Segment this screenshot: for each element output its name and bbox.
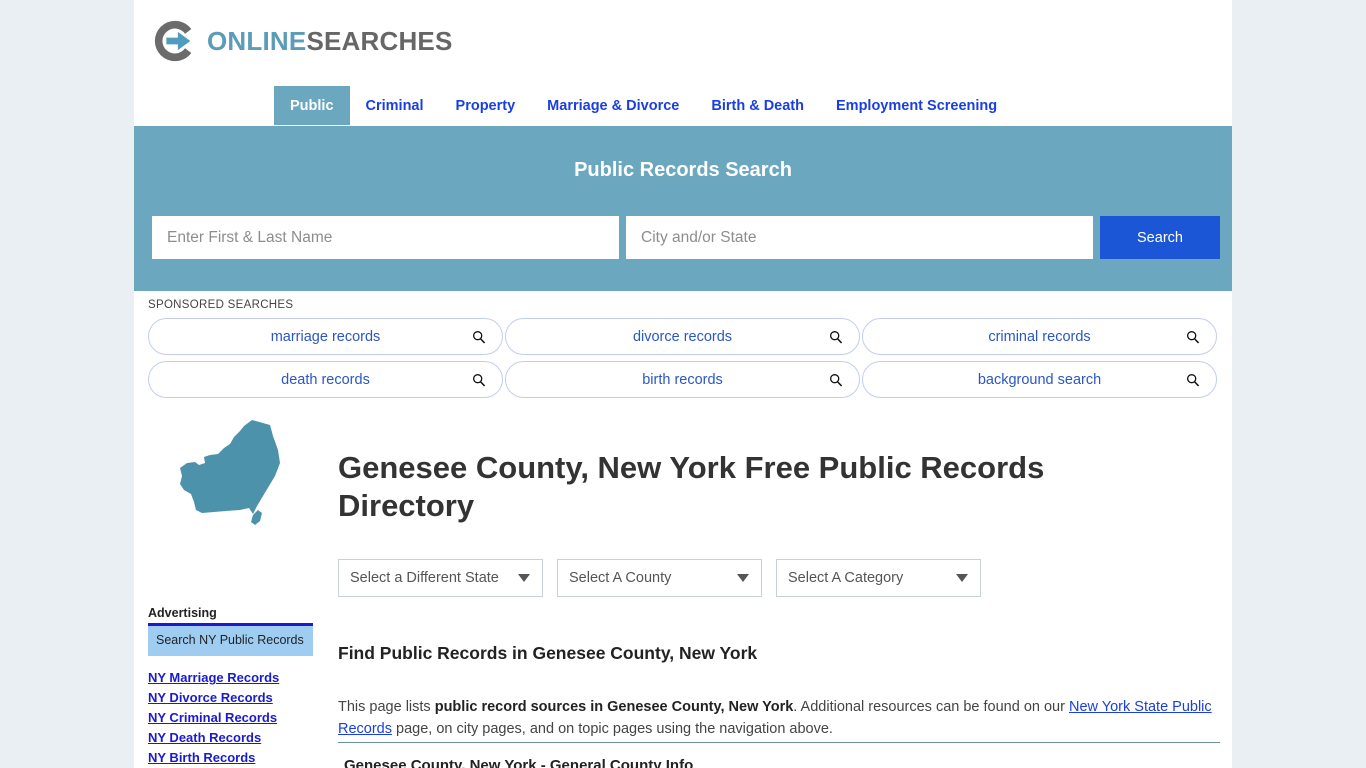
sidebar-link-ny-criminal-records[interactable]: NY Criminal Records	[148, 710, 313, 725]
para-mid: . Additional resources can be found on o…	[793, 698, 1069, 715]
location-search-input[interactable]	[626, 216, 1093, 259]
para-lead: This page lists	[338, 698, 435, 715]
site-logo[interactable]: ONLINESEARCHES	[152, 18, 453, 64]
pill-label: marriage records	[270, 328, 381, 345]
page-title: Genesee County, New York Free Public Rec…	[338, 449, 1045, 523]
public-records-search-panel: Public Records Search Search	[134, 126, 1232, 291]
search-icon	[1187, 330, 1200, 343]
sponsored-pill-birth-records[interactable]: birth records	[505, 361, 860, 398]
sponsored-pill-divorce-records[interactable]: divorce records	[505, 318, 860, 355]
category-select[interactable]: Select A Category	[776, 559, 981, 597]
logo-searches-text: SEARCHES	[306, 26, 453, 56]
sponsored-pill-death-records[interactable]: death records	[148, 361, 503, 398]
search-icon	[830, 373, 843, 386]
search-icon	[1187, 373, 1200, 386]
para-bold: public record sources in Genesee County,…	[434, 698, 794, 715]
sidebar-link-ny-marriage-records[interactable]: NY Marriage Records	[148, 670, 313, 685]
sidebar: Advertising Search NY Public Records NY …	[148, 606, 313, 765]
ad-search-ny-public-records[interactable]: Search NY Public Records	[148, 623, 313, 657]
content-column: ONLINESEARCHES Public Criminal Property …	[134, 0, 1232, 768]
county-select-label: Select A County	[569, 570, 672, 586]
pill-label: birth records	[642, 371, 723, 388]
section-heading: Find Public Records in Genesee County, N…	[338, 642, 758, 663]
search-button[interactable]: Search	[1100, 216, 1220, 259]
search-icon	[473, 330, 486, 343]
page-root: ONLINESEARCHES Public Criminal Property …	[0, 0, 1366, 768]
search-icon	[830, 330, 843, 343]
new-york-state-map-icon	[180, 420, 280, 525]
logo-online-text: ONLINE	[207, 26, 307, 56]
sponsored-pill-marriage-records[interactable]: marriage records	[148, 318, 503, 355]
chevron-down-icon	[518, 574, 530, 582]
state-select-label: Select a Different State	[350, 570, 499, 586]
para-tail: page, on city pages, and on topic pages …	[392, 720, 833, 737]
nav-item-employment-screening[interactable]: Employment Screening	[820, 86, 1013, 125]
pill-label: divorce records	[632, 328, 733, 345]
main-navigation: Public Criminal Property Marriage & Divo…	[134, 86, 1232, 125]
general-county-info-caption: Genesee County, New York - General Count…	[344, 757, 694, 768]
sidebar-link-ny-birth-records[interactable]: NY Birth Records	[148, 750, 313, 765]
sidebar-link-ny-death-records[interactable]: NY Death Records	[148, 730, 313, 745]
logo-text: ONLINESEARCHES	[207, 28, 453, 54]
sponsored-searches-label: SPONSORED SEARCHES	[148, 299, 294, 311]
intro-paragraph: This page lists public record sources in…	[338, 696, 1220, 740]
search-form: Search	[152, 216, 1220, 259]
nav-item-birth-death[interactable]: Birth & Death	[695, 86, 820, 125]
chevron-down-icon	[737, 574, 749, 582]
name-search-input[interactable]	[152, 216, 619, 259]
pill-label: background search	[977, 371, 1102, 388]
sidebar-link-ny-divorce-records[interactable]: NY Divorce Records	[148, 690, 313, 705]
state-select[interactable]: Select a Different State	[338, 559, 543, 597]
category-select-label: Select A Category	[788, 570, 904, 586]
search-icon	[473, 373, 486, 386]
county-select[interactable]: Select A County	[557, 559, 762, 597]
circle-arrow-icon	[154, 20, 192, 62]
chevron-down-icon	[956, 574, 968, 582]
nav-item-public[interactable]: Public	[274, 86, 350, 125]
sponsored-pill-criminal-records[interactable]: criminal records	[862, 318, 1217, 355]
divider	[338, 742, 1220, 743]
advertising-heading: Advertising	[148, 606, 217, 620]
nav-item-property[interactable]: Property	[440, 86, 532, 125]
sponsored-pill-background-search[interactable]: background search	[862, 361, 1217, 398]
pill-label: criminal records	[988, 328, 1091, 345]
sidebar-links: NY Marriage Records NY Divorce Records N…	[148, 670, 313, 765]
search-panel-title: Public Records Search	[574, 159, 792, 181]
sponsored-searches-grid: marriage records divorce records crimina…	[148, 318, 1218, 398]
pill-label: death records	[281, 371, 370, 388]
filter-dropdowns: Select a Different State Select A County…	[338, 559, 981, 597]
nav-item-criminal[interactable]: Criminal	[350, 86, 440, 125]
nav-item-marriage-divorce[interactable]: Marriage & Divorce	[531, 86, 695, 125]
